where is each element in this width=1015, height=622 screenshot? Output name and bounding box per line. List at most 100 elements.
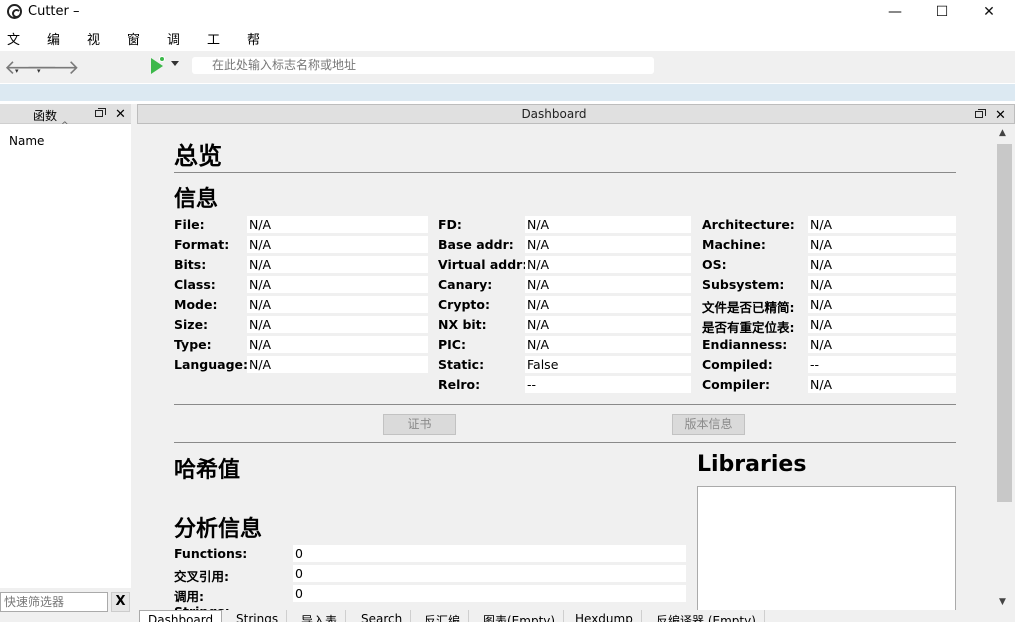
info-label: FD: [438,217,462,232]
overview-heading: 总览 [174,142,222,170]
info-label: Language: [174,357,249,372]
info-label: Crypto: [438,297,490,312]
close-icon[interactable]: ✕ [995,108,1006,123]
info-label: Compiler: [702,377,770,392]
column-header-name[interactable]: Name [9,134,44,148]
info-label: Canary: [438,277,493,292]
analysis-value: 0 [293,545,686,562]
forward-dropdown-icon[interactable]: ▾ [37,67,41,75]
certificates-button[interactable]: 证书 [383,414,456,435]
info-value: N/A [247,296,428,313]
divider [174,172,956,173]
flag-search-input[interactable]: 在此处输入标志名称或地址 [192,57,654,74]
version-info-button[interactable]: 版本信息 [672,414,745,435]
info-value: N/A [808,276,956,293]
functions-dock-title: 函数 [33,109,58,123]
info-bar [0,84,1015,101]
info-value: -- [808,356,956,373]
info-value: N/A [808,296,956,313]
tab-hexdump[interactable]: Hexdump [567,610,642,622]
info-label: Mode: [174,297,218,312]
play-dropdown-icon[interactable] [171,61,179,66]
float-icon[interactable] [975,109,986,118]
info-label: Type: [174,337,212,352]
info-label: Bits: [174,257,207,272]
scroll-up-icon[interactable]: ▲ [999,128,1006,138]
tab-dashboard[interactable]: Dashboard [139,610,223,622]
info-label: Subsystem: [702,277,785,292]
info-label: Virtual addr: [438,257,528,272]
divider [174,442,956,443]
info-value: N/A [525,236,691,253]
info-label: OS: [702,257,727,272]
close-icon[interactable]: ✕ [115,107,126,122]
info-value: N/A [808,256,956,273]
info-label: Class: [174,277,216,292]
functions-list[interactable] [0,125,131,588]
info-value: False [525,356,691,373]
back-dropdown-icon[interactable]: ▾ [15,67,19,75]
info-label: Size: [174,317,209,332]
analysis-value: 0 [293,585,686,602]
tab-strings[interactable]: Strings [228,610,288,622]
info-value: N/A [247,316,428,333]
info-label: 是否有重定位表: [702,320,795,335]
minimize-button[interactable]: — [872,0,918,24]
info-value: N/A [525,336,691,353]
sort-indicator-icon: ^ [61,121,69,131]
info-value: N/A [247,256,428,273]
cutter-logo-icon [7,4,22,19]
forward-arrow-icon[interactable]: 🡒 [26,57,80,77]
libraries-list[interactable] [697,486,956,616]
tab-search[interactable]: Search [353,610,412,622]
float-icon[interactable] [95,108,106,117]
analysis-label: 交叉引用: [174,569,229,584]
info-label: Machine: [702,237,766,252]
info-value: N/A [247,236,428,253]
info-heading: 信息 [174,187,219,212]
info-label: 文件是否已精简: [702,300,795,315]
info-label: Compiled: [702,357,773,372]
quick-filter-input[interactable]: 快速筛选器 [0,592,108,612]
scroll-down-icon[interactable]: ▼ [999,597,1006,607]
info-value: N/A [525,316,691,333]
info-value: N/A [808,336,956,353]
tab-graph[interactable]: 图表(Empty) [475,610,565,622]
info-value: N/A [247,276,428,293]
info-value: N/A [247,356,428,373]
info-value: N/A [525,216,691,233]
analysis-label: 调用: [174,589,204,604]
info-value: N/A [525,276,691,293]
title-bar: Cutter – — ☐ ✕ [0,0,1015,24]
scrollbar-thumb[interactable] [997,144,1012,502]
info-value: N/A [808,316,956,333]
info-label: Static: [438,357,485,372]
info-label: NX bit: [438,317,487,332]
info-value: -- [525,376,691,393]
tab-decompiler[interactable]: 反编译器 (Empty) [648,610,765,622]
dashboard-dock-header: Dashboard ✕ [137,104,1015,124]
analysis-value: 0 [293,565,686,582]
info-label: Base addr: [438,237,514,252]
info-label: Architecture: [702,217,795,232]
analysis-heading: 分析信息 [174,517,263,542]
libraries-heading: Libraries [697,452,807,477]
info-value: N/A [525,256,691,273]
info-value: N/A [247,336,428,353]
dashboard-dock-title: Dashboard [521,107,587,121]
analysis-label: Functions: [174,546,248,561]
info-label: Endianness: [702,337,788,352]
info-value: N/A [247,216,428,233]
info-label: File: [174,217,205,232]
info-value: N/A [808,236,956,253]
info-value: N/A [808,376,956,393]
tab-disassembly[interactable]: 反汇编 [416,610,470,622]
close-button[interactable]: ✕ [966,0,1012,24]
maximize-button[interactable]: ☐ [919,0,965,24]
clear-filter-button[interactable]: X [111,592,130,612]
window-title: Cutter – [28,4,80,19]
divider [174,404,956,405]
tab-imports[interactable]: 导入表 [293,610,347,622]
info-label: Format: [174,237,230,252]
info-value: N/A [808,216,956,233]
